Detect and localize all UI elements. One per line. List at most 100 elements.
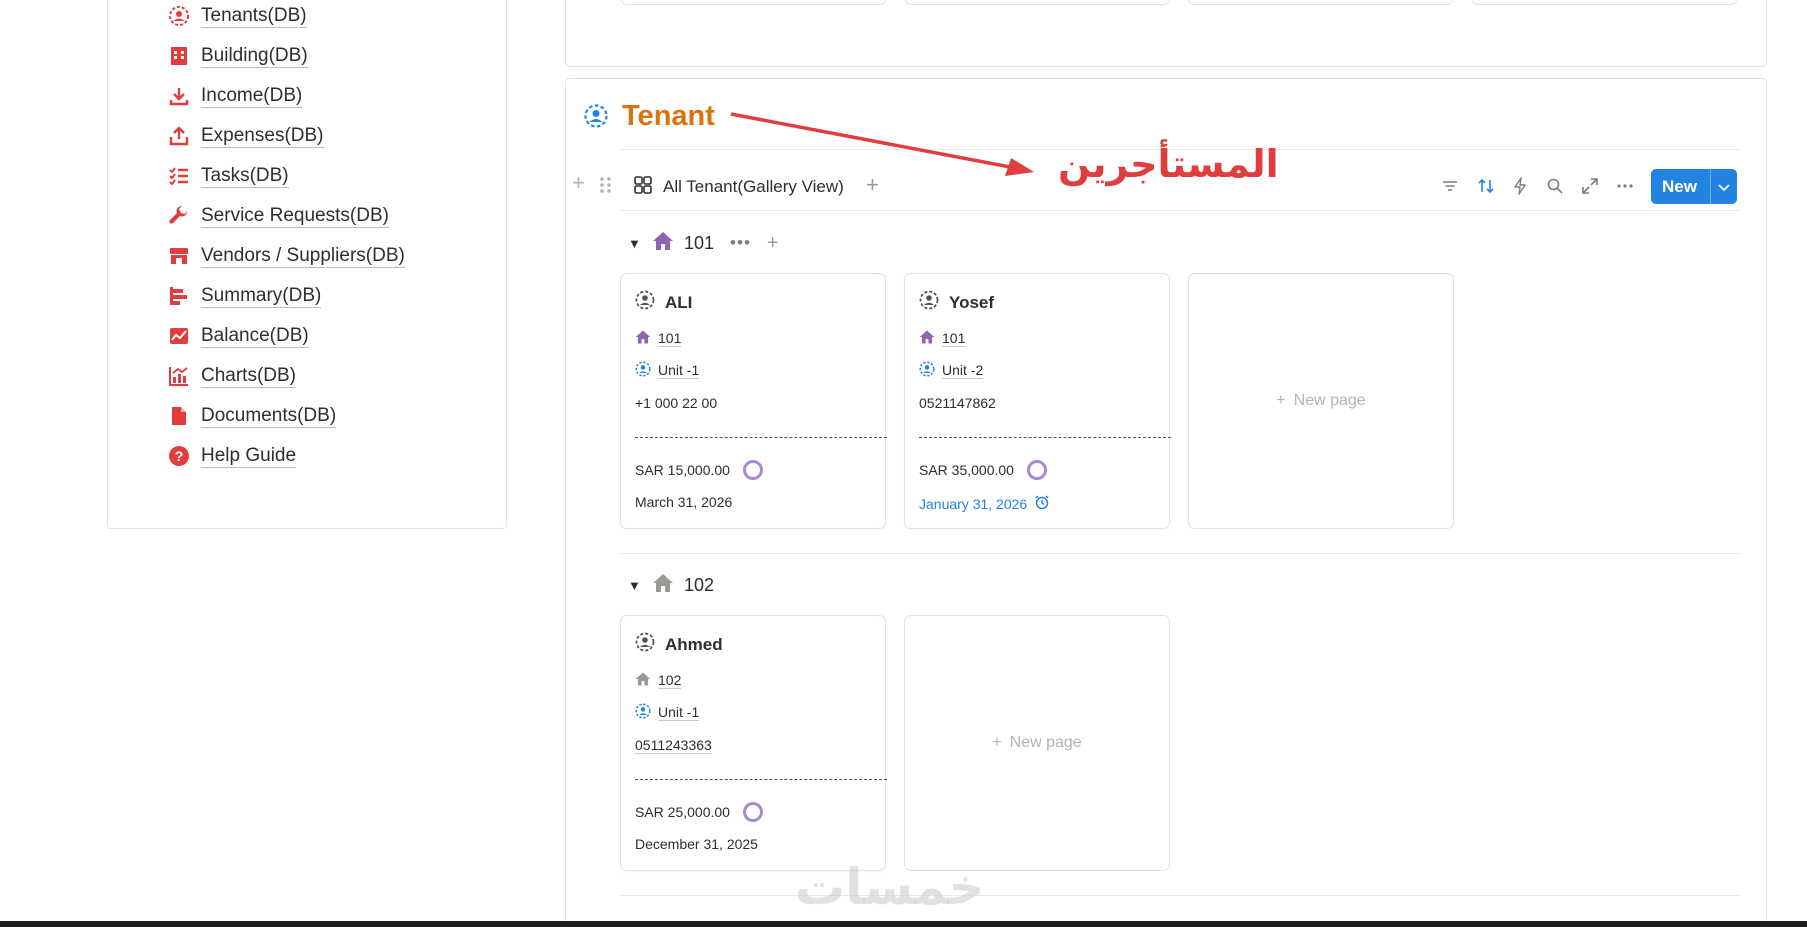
sidebar-item-tasks[interactable]: Tasks(DB) [168, 160, 289, 192]
page-title[interactable]: Tenant [622, 100, 715, 133]
new-button[interactable]: New [1651, 169, 1737, 204]
chevron-down-icon[interactable] [1711, 180, 1737, 194]
tenant-icon [583, 103, 609, 129]
annotation-label: المستأجرين [1058, 142, 1279, 186]
tenant-icon [635, 632, 655, 657]
help-icon: ? [168, 445, 190, 467]
house-icon [652, 572, 674, 599]
tenant-icon [919, 290, 939, 315]
filter-icon[interactable] [1440, 176, 1460, 196]
more-options-icon[interactable] [1615, 176, 1635, 196]
card-date: January 31, 2026 [919, 494, 1050, 513]
sort-icon[interactable] [1476, 176, 1496, 196]
new-page-card[interactable]: + New page [904, 615, 1170, 871]
sidebar-item-documents[interactable]: Documents(DB) [168, 400, 337, 432]
plus-icon: + [992, 734, 1002, 751]
card-unit-ref[interactable]: 102 [635, 671, 682, 690]
sidebar-item-label: Service Requests(DB) [201, 204, 389, 228]
combo-chart-icon [168, 365, 190, 387]
collapse-toggle-icon[interactable]: ▼ [628, 578, 642, 593]
house-icon [635, 329, 651, 348]
document-icon [168, 405, 190, 427]
divider [635, 779, 887, 780]
divider [620, 895, 1740, 896]
gallery-card[interactable] [1188, 0, 1453, 5]
svg-text:?: ? [175, 448, 184, 464]
automation-icon[interactable] [1510, 176, 1530, 196]
card-phone: +1 000 22 00 [635, 395, 718, 411]
new-page-card[interactable]: + New page [1188, 273, 1454, 529]
gallery-card[interactable] [905, 0, 1170, 5]
building-icon [168, 45, 190, 67]
sidebar-item-label: Balance(DB) [201, 324, 309, 348]
gallery-card[interactable] [1472, 0, 1737, 5]
alarm-clock-icon [1034, 494, 1050, 513]
sidebar-item-label: Vendors / Suppliers(DB) [201, 244, 405, 268]
status-ring-icon [742, 460, 763, 480]
card-amount: SAR 35,000.00 [919, 460, 1047, 480]
sidebar-item-vendors[interactable]: Vendors / Suppliers(DB) [168, 240, 405, 272]
tab-all-tenant-gallery[interactable]: All Tenant(Gallery View) [633, 175, 844, 200]
sidebar-item-label: Charts(DB) [201, 364, 297, 388]
sidebar-item-label: Tenants(DB) [201, 4, 307, 28]
card-date: December 31, 2025 [635, 836, 758, 852]
group-header-102[interactable]: ▼ 102 [628, 573, 714, 597]
divider [919, 437, 1171, 438]
add-view-icon[interactable]: + [866, 174, 879, 196]
sidebar-item-tenants[interactable]: Tenants(DB) [168, 0, 307, 32]
sidebar-item-label: Tasks(DB) [201, 164, 289, 188]
unit-icon [919, 361, 935, 380]
expand-icon[interactable] [1580, 176, 1600, 196]
card-date: March 31, 2026 [635, 494, 733, 510]
group-label: 102 [684, 574, 715, 595]
card-title: Ahmed [635, 632, 723, 657]
unit-icon [635, 361, 651, 380]
add-item-icon[interactable]: + [767, 232, 779, 255]
card-phone: 0511243363 [635, 737, 712, 754]
sidebar-item-building[interactable]: Building(DB) [168, 40, 308, 72]
drag-handle-icon[interactable] [599, 175, 613, 195]
sidebar-item-summary[interactable]: Summary(DB) [168, 280, 322, 312]
gallery-card-ali[interactable]: ALI 101 Unit -1 +1 000 22 00 SAR 15,000.… [620, 273, 887, 529]
tab-label: All Tenant(Gallery View) [663, 177, 844, 196]
card-unit-ref[interactable]: 101 [919, 329, 966, 348]
card-unit[interactable]: Unit -2 [919, 361, 984, 380]
gallery-card-yosef[interactable]: Yosef 101 Unit -2 0521147862 SAR 35,000.… [904, 273, 1171, 529]
search-icon[interactable] [1545, 176, 1565, 196]
tenant-icon [168, 5, 190, 27]
sidebar-item-balance[interactable]: Balance(DB) [168, 320, 309, 352]
status-ring-icon [742, 802, 763, 822]
house-icon [919, 329, 935, 348]
card-title: Yosef [919, 290, 994, 315]
sidebar-item-service-requests[interactable]: Service Requests(DB) [168, 200, 389, 232]
sidebar-item-income[interactable]: Income(DB) [168, 80, 303, 112]
gallery-icon [633, 175, 653, 200]
group-label: 101 [684, 232, 715, 253]
sidebar-item-expenses[interactable]: Expenses(DB) [168, 120, 324, 152]
taskbar-edge [0, 921, 1807, 927]
unit-icon [635, 703, 651, 722]
card-unit-ref[interactable]: 101 [635, 329, 682, 348]
tenant-icon [635, 290, 655, 315]
wrench-icon [168, 205, 190, 227]
gallery-card[interactable] [621, 0, 886, 5]
sidebar-item-label: Income(DB) [201, 84, 303, 108]
store-icon [168, 245, 190, 267]
sidebar-item-label: Help Guide [201, 444, 297, 468]
card-unit[interactable]: Unit -1 [635, 703, 700, 722]
divider [620, 210, 1740, 211]
watermark: خمسات [795, 858, 985, 916]
card-unit[interactable]: Unit -1 [635, 361, 700, 380]
new-button-label: New [1662, 176, 1697, 196]
sidebar-item-help-guide[interactable]: ? Help Guide [168, 440, 297, 472]
gallery-card-ahmed[interactable]: Ahmed 102 Unit -1 0511243363 SAR 25,000.… [620, 615, 887, 871]
bar-chart-icon [168, 285, 190, 307]
card-phone: 0521147862 [919, 395, 996, 411]
card-title: ALI [635, 290, 692, 315]
add-block-icon[interactable]: + [572, 172, 590, 194]
collapse-toggle-icon[interactable]: ▼ [628, 236, 642, 251]
group-header-101[interactable]: ▼ 101 ••• + [628, 231, 779, 255]
sidebar-item-label: Documents(DB) [201, 404, 337, 428]
more-options-icon[interactable]: ••• [730, 233, 751, 253]
sidebar-item-charts[interactable]: Charts(DB) [168, 360, 297, 392]
